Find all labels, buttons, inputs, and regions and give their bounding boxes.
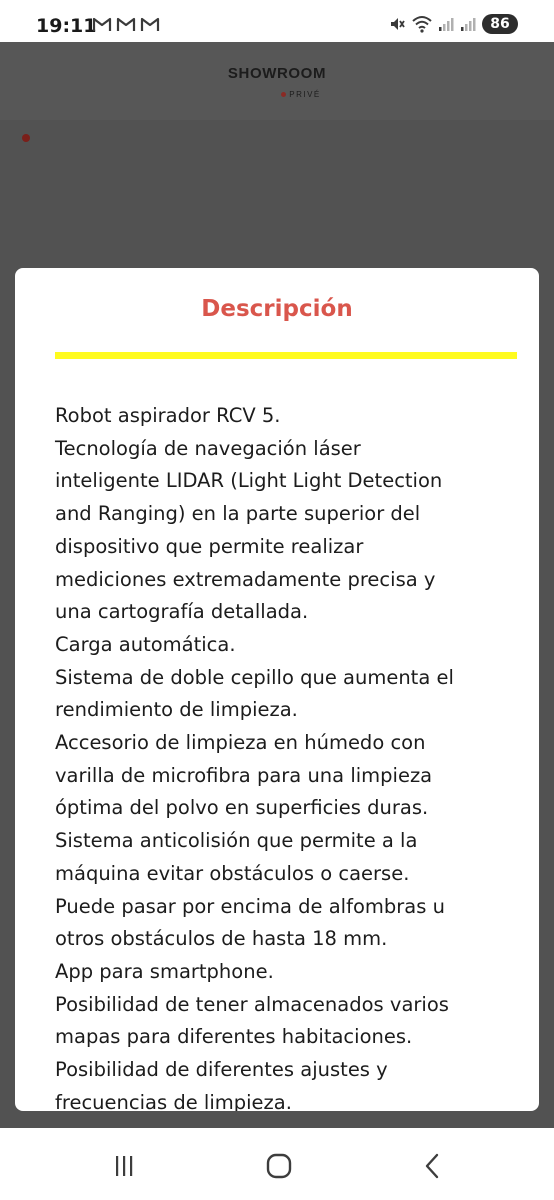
home-icon — [266, 1153, 292, 1179]
description-line: Robot aspirador RCV 5. — [55, 404, 281, 427]
description-line: dispositivo que permite realizar — [55, 534, 364, 558]
description-line: inteligente LIDAR (Light Light Detection — [55, 469, 443, 493]
description-line: Posibilidad de diferentes ajustes y — [55, 1058, 388, 1082]
description-line: Puede pasar por encima de alfombras u — [55, 894, 445, 918]
gmail-icon — [116, 17, 136, 31]
signal-icon — [461, 18, 476, 31]
description-line: varilla de microfibra para una limpieza — [55, 763, 433, 787]
description-line: and Ranging) en la parte superior del — [55, 502, 421, 526]
wifi-icon — [412, 16, 432, 33]
signal-icon — [439, 18, 454, 31]
description-text: Robot aspirador RCV 5. Tecnología de nave… — [55, 400, 525, 1111]
description-modal: Descripción Robot aspirador RCV 5. Tecnol… — [15, 268, 539, 1111]
description-line: frecuencias de limpieza. — [55, 1090, 292, 1111]
brand-name: SHOWROOM — [227, 65, 327, 82]
description-line: mediciones extremadamente precisa y — [55, 567, 436, 591]
recents-icon — [116, 1156, 133, 1176]
brand-dot — [281, 92, 287, 97]
description-line: Posibilidad de tener almacenados varios — [55, 992, 449, 1016]
description-line: máquina evitar obstáculos o caerse. — [55, 861, 410, 885]
description-line: Carga automática. — [55, 632, 236, 656]
description-line: Sistema anticolisión que permite a la — [55, 829, 418, 853]
app-header: SHOWROOM PRIVÉ — [0, 42, 554, 120]
description-line: mapas para diferentes habitaciones. — [55, 1025, 413, 1049]
status-icons: 86 — [388, 14, 518, 34]
status-time: 19:11 — [36, 15, 97, 37]
brand-subtitle: PRIVÉ — [281, 90, 321, 100]
description-line: Tecnología de navegación láser — [55, 436, 361, 460]
description-line: óptima del polvo en superficies duras. — [55, 796, 429, 820]
status-bar: 19:11 86 — [0, 0, 554, 42]
brand-logo[interactable]: SHOWROOM PRIVÉ — [0, 66, 554, 101]
title-underline — [55, 352, 517, 359]
description-line: rendimiento de limpieza. — [55, 698, 298, 722]
description-line: Accesorio de limpieza en húmedo con — [55, 731, 426, 755]
system-nav-bar — [0, 1128, 554, 1200]
notification-icons — [92, 16, 160, 32]
description-line: otros obstáculos de hasta 18 mm. — [55, 927, 388, 951]
back-button[interactable] — [415, 1148, 451, 1184]
gmail-icon — [92, 17, 112, 31]
home-button[interactable] — [261, 1148, 297, 1184]
battery-level: 86 — [482, 14, 518, 34]
page-indicator-dot — [22, 134, 30, 142]
recents-button[interactable] — [106, 1148, 142, 1184]
mute-icon — [391, 18, 405, 30]
description-line: App para smartphone. — [55, 959, 274, 983]
modal-title: Descripción — [201, 296, 353, 322]
brand-sub-label: PRIVÉ — [289, 89, 321, 99]
back-icon — [425, 1153, 439, 1179]
description-line: Sistema de doble cepillo que aumenta el — [55, 665, 454, 689]
gmail-icon — [140, 17, 160, 31]
description-line: una cartografía detallada. — [55, 600, 309, 624]
